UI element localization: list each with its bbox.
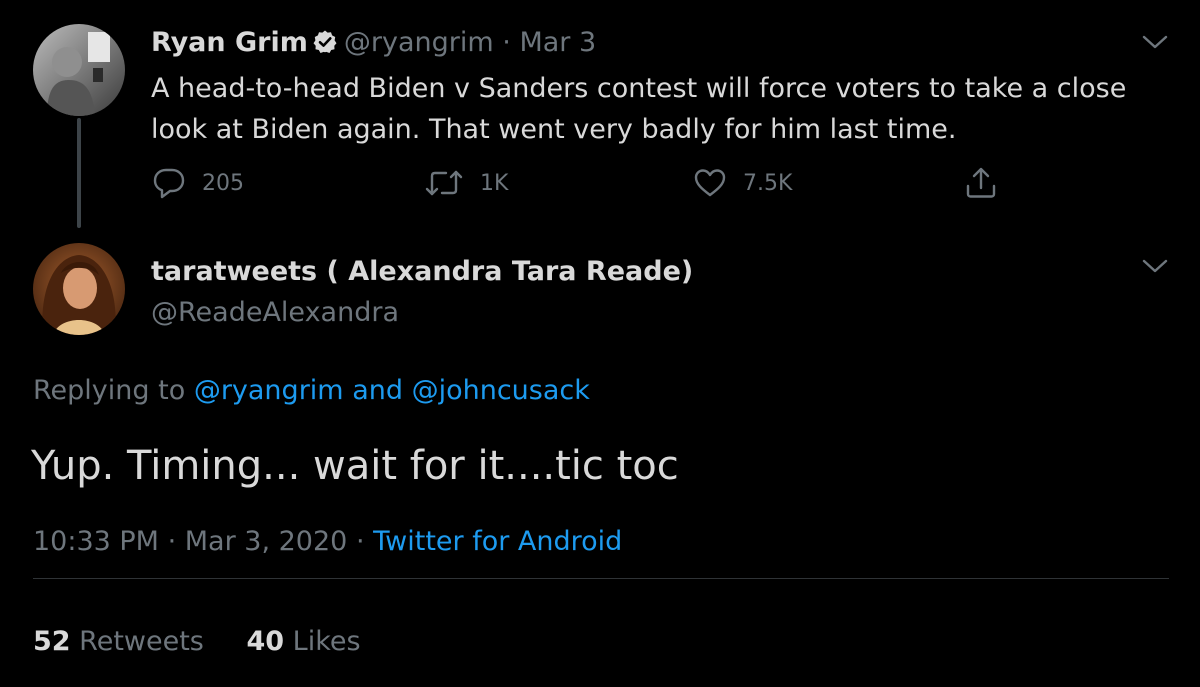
- avatar-taratweets-image: [33, 243, 125, 335]
- tweet2-separator: ·: [167, 526, 177, 557]
- likes-stat[interactable]: 40 Likes: [246, 626, 360, 657]
- chevron-down-icon[interactable]: [1141, 257, 1169, 275]
- reply-button[interactable]: 205: [152, 165, 244, 201]
- tweet2-date[interactable]: Mar 3, 2020: [185, 526, 348, 557]
- tweet2-author-name[interactable]: taratweets ( Alexandra Tara Reade): [151, 255, 693, 289]
- reply-count: 205: [202, 170, 244, 196]
- retweets-label: Retweets: [79, 626, 204, 657]
- retweet-icon: [424, 168, 480, 198]
- like-count: 7.5K: [743, 170, 793, 196]
- avatar-ryan-grim-image: [33, 24, 125, 116]
- retweets-count: 52: [33, 626, 71, 657]
- tweet1-text: A head-to-head Biden v Sanders contest w…: [151, 73, 1127, 145]
- share-button[interactable]: [964, 165, 1014, 201]
- replying-to-label: Replying to: [33, 375, 186, 406]
- tweet2-meta: 10:33 PM · Mar 3, 2020 · Twitter for And…: [33, 525, 622, 559]
- reply-to-link-ryangrim[interactable]: @ryangrim: [194, 375, 344, 406]
- retweet-button[interactable]: 1K: [424, 165, 508, 201]
- verified-badge-icon: [312, 29, 338, 64]
- tweet1-author-name[interactable]: Ryan Grim: [151, 27, 308, 58]
- retweets-stat[interactable]: 52 Retweets: [33, 626, 204, 657]
- tweet2-stats: 52 Retweets 40 Likes: [33, 625, 361, 659]
- tweet1-date[interactable]: Mar 3: [519, 27, 596, 58]
- tweet2-separator-2: ·: [355, 526, 365, 557]
- share-icon: [964, 166, 1014, 200]
- tweet2-handle[interactable]: @ReadeAlexandra: [151, 296, 399, 330]
- chevron-down-icon[interactable]: [1141, 33, 1169, 51]
- reply-bubble-icon: [152, 167, 202, 199]
- avatar-taratweets[interactable]: [33, 243, 125, 335]
- replying-to-line: Replying to @ryangrim and @johncusack: [33, 374, 590, 408]
- likes-label: Likes: [292, 626, 361, 657]
- tweet2-source-link[interactable]: Twitter for Android: [373, 526, 622, 557]
- heart-icon: [693, 167, 743, 199]
- avatar-ryan-grim[interactable]: [33, 24, 125, 116]
- stats-divider: [33, 578, 1169, 579]
- retweet-count: 1K: [480, 170, 509, 196]
- tweet1-separator: ·: [502, 27, 511, 58]
- like-button[interactable]: 7.5K: [693, 165, 792, 201]
- tweet2-time[interactable]: 10:33 PM: [33, 526, 159, 557]
- reply-to-and: and: [352, 375, 403, 406]
- tweet1-handle[interactable]: @ryangrim: [344, 27, 494, 58]
- likes-count: 40: [246, 626, 285, 657]
- thread-connector-line: [77, 118, 81, 228]
- tweet2-text: Yup. Timing... wait for it....tic toc: [31, 443, 679, 489]
- tweet1-header: Ryan Grim @ryangrim · Mar 3: [151, 26, 596, 64]
- reply-to-link-johncusack[interactable]: @johncusack: [412, 375, 590, 406]
